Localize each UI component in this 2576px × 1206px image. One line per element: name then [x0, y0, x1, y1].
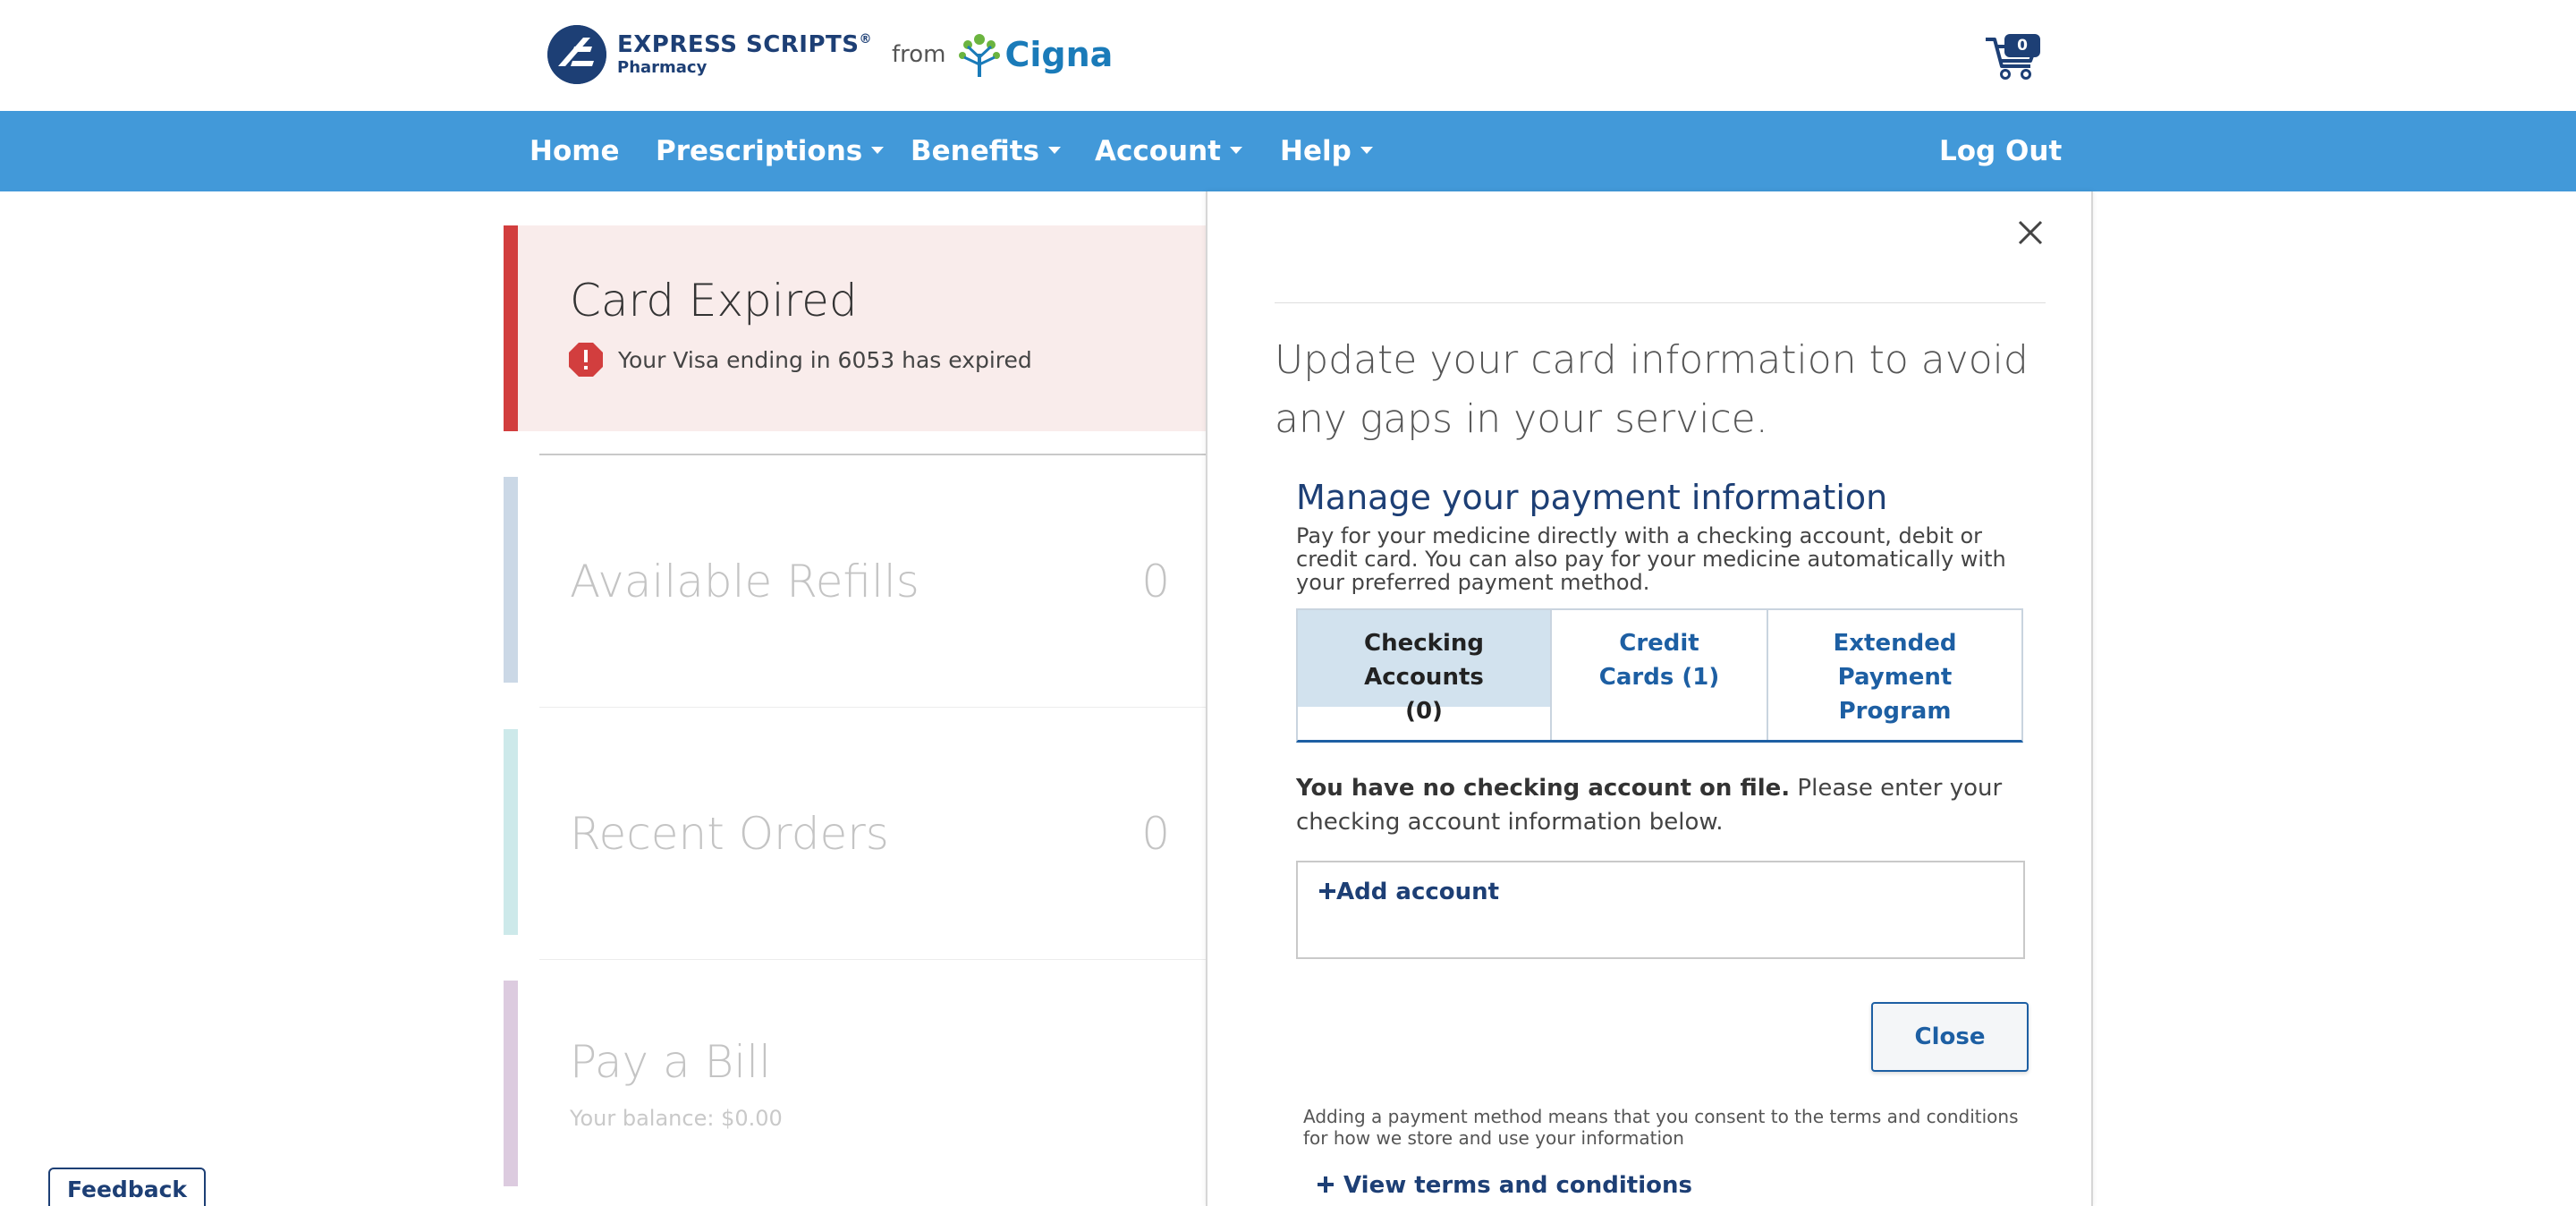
nav-account-label: Account	[1095, 135, 1221, 167]
tab-extended-payment-program[interactable]: Extended Payment Program	[1768, 610, 2021, 740]
bill-balance: Your balance: $0.00	[570, 1106, 783, 1131]
card-pay-a-bill[interactable]: Pay a Bill Your balance: $0.00	[504, 981, 1206, 1186]
nav-help[interactable]: Help	[1280, 111, 1373, 191]
tab-checking-accounts[interactable]: Checking Accounts (0)	[1298, 610, 1552, 740]
divider	[539, 959, 1206, 960]
chevron-down-icon	[1048, 146, 1061, 154]
tab-extended-payment-label: Extended Payment Program	[1833, 630, 1957, 725]
card-available-refills[interactable]: Available Refills 0	[504, 477, 1206, 683]
nav-help-label: Help	[1280, 135, 1352, 167]
consent-text: Adding a payment method means that you c…	[1303, 1106, 2019, 1149]
nav-account[interactable]: Account	[1095, 111, 1242, 191]
panel-divider	[1275, 302, 2046, 303]
refills-count: 0	[1141, 556, 1170, 607]
registered-mark: ®	[859, 32, 872, 47]
nav-prescriptions[interactable]: Prescriptions	[656, 111, 885, 191]
cigna-wordmark: Cigna	[1004, 35, 1114, 74]
express-scripts-emblem-icon	[547, 25, 606, 84]
card-expired-message: Your Visa ending in 6053 has expired	[618, 346, 1032, 373]
tab-credit-cards[interactable]: Credit Cards (1)	[1552, 610, 1768, 740]
add-account-link[interactable]: Add account	[1318, 879, 1499, 905]
express-scripts-logo[interactable]: EXPRESS SCRIPTS® Pharmacy from Cigna	[547, 23, 1113, 86]
view-terms-link[interactable]: View terms and conditions	[1317, 1172, 1692, 1199]
no-account-bold: You have no checking account on file.	[1296, 775, 1791, 802]
plus-icon	[1318, 1176, 1334, 1193]
tab-checking-accounts-label: Checking Accounts (0)	[1364, 630, 1484, 725]
nav-benefits[interactable]: Benefits	[911, 111, 1061, 191]
orders-count: 0	[1141, 808, 1170, 860]
bill-label: Pay a Bill	[570, 1036, 771, 1088]
card-recent-orders[interactable]: Recent Orders 0	[504, 729, 1206, 935]
orders-label: Recent Orders	[570, 808, 889, 860]
close-icon[interactable]	[2014, 217, 2046, 249]
nav-benefits-label: Benefits	[911, 135, 1039, 167]
cigna-logo: Cigna	[957, 30, 1114, 79]
close-button[interactable]: Close	[1871, 1002, 2029, 1072]
divider	[539, 707, 1206, 708]
add-account-box	[1296, 861, 2025, 959]
card-expired-alert[interactable]: Card Expired Your Visa ending in 6053 ha…	[504, 225, 1259, 431]
card-expired-title: Card Expired	[570, 275, 858, 327]
no-checking-account-message: You have no checking account on file. Pl…	[1296, 771, 2038, 839]
payment-tabs: Checking Accounts (0) Credit Cards (1) E…	[1296, 608, 2023, 743]
feedback-button[interactable]: Feedback	[48, 1168, 206, 1206]
chevron-down-icon	[1230, 146, 1242, 154]
site-header: EXPRESS SCRIPTS® Pharmacy from Cigna 0	[0, 0, 2576, 111]
main-nav: Home Prescriptions Benefits Account Help…	[0, 111, 2576, 191]
panel-headline: Update your card information to avoid an…	[1275, 337, 2029, 442]
plus-icon	[1319, 883, 1335, 899]
brand-name: EXPRESS SCRIPTS	[617, 31, 860, 58]
alert-octagon-icon	[569, 343, 603, 377]
from-text: from	[892, 41, 946, 68]
brand-subtitle: Pharmacy	[617, 58, 708, 77]
chevron-down-icon	[871, 146, 885, 154]
logout-link[interactable]: Log Out	[1939, 111, 2062, 191]
cart-count-badge: 0	[2004, 34, 2040, 57]
add-account-label: Add account	[1336, 879, 1500, 905]
manage-payment-title: Manage your payment information	[1296, 478, 1888, 517]
manage-payment-description: Pay for your medicine directly with a ch…	[1296, 523, 2006, 595]
chevron-down-icon	[1360, 146, 1373, 154]
view-terms-label: View terms and conditions	[1343, 1172, 1692, 1199]
refills-label: Available Refills	[570, 556, 919, 607]
divider	[539, 454, 1206, 455]
nav-prescriptions-label: Prescriptions	[656, 135, 863, 167]
nav-home[interactable]: Home	[530, 111, 620, 191]
tab-credit-cards-label: Credit Cards (1)	[1598, 630, 1720, 691]
cigna-tree-icon	[958, 34, 1000, 77]
